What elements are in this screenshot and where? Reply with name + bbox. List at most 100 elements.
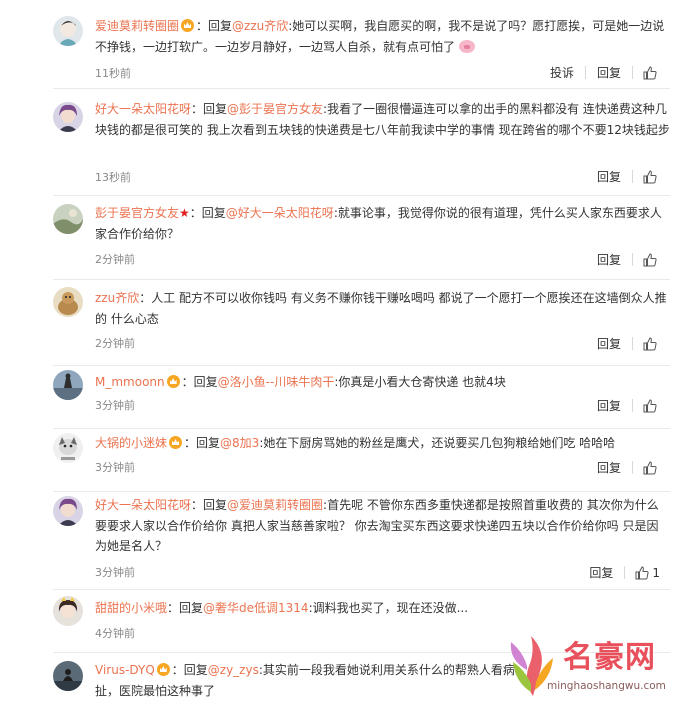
avatar[interactable] <box>53 287 83 317</box>
comment-actions: 回复 <box>586 251 660 268</box>
comment-username[interactable]: M_mmoonn <box>95 375 165 389</box>
comment-body: :调料我也买了，现在还没做... <box>308 601 469 615</box>
comment-text: 好大一朵太阳花呀：回复@爱迪莫莉转圈圈:首先呢 不管你东西多重快递都是按照首重收… <box>95 495 670 557</box>
like-button[interactable] <box>633 252 660 267</box>
avatar[interactable] <box>53 433 83 463</box>
mention-link[interactable]: @爱迪莫莉转圈圈 <box>227 498 323 512</box>
avatar[interactable] <box>53 102 83 132</box>
comment-text: 爱迪莫莉转圈圈 ：回复@zzu齐欣:她可以买啊，我自愿买的啊，我不是说了吗？愿打愿… <box>95 16 670 57</box>
comment-text: 甜甜的小米哦：回复@奢华de低调1314:调料我也买了，现在还没做... <box>95 598 670 619</box>
comment-username[interactable]: zzu齐欣 <box>95 291 139 305</box>
thumbs-up-icon <box>643 169 657 183</box>
comment-time: 4分钟前 <box>95 627 135 640</box>
comment-text: zzu齐欣：人工 配方不可以收你钱吗 有义务不赚你钱干赚吆喝吗 都说了一个愿打一… <box>95 288 670 329</box>
comment-body: :她在下厨房骂她的粉丝是鹰犬，还说要买几包狗粮给她们吃 哈哈哈 <box>259 436 616 450</box>
comment-item: M_mmoonn ：回复@洛小鱼--川味牛肉干:你真是小看大仓寄快递 也就4块 3… <box>0 366 690 428</box>
reply-button[interactable]: 回复 <box>586 459 632 476</box>
comment-item: 彭于晏官方女友★：回复@好大一朵太阳花呀:就事论事，我觉得你说的很有道理，凭什么… <box>0 196 690 279</box>
thumbs-up-icon <box>643 336 657 350</box>
pig-emoji-icon <box>458 39 475 53</box>
comment-text: M_mmoonn ：回复@洛小鱼--川味牛肉干:你真是小看大仓寄快递 也就4块 <box>95 372 670 393</box>
like-button[interactable] <box>633 169 660 184</box>
avatar[interactable] <box>53 204 83 234</box>
mention-link[interactable]: @zy_zys <box>208 663 259 677</box>
mention-link[interactable]: @洛小鱼--川味牛肉干 <box>218 375 335 389</box>
reply-button[interactable]: 回复 <box>586 64 632 81</box>
vip-badge-icon <box>166 375 180 388</box>
avatar[interactable] <box>53 496 83 526</box>
like-count: 1 <box>652 565 660 580</box>
reply-label: ：回复 <box>171 663 208 677</box>
comment-text: 大锅的小迷妹 ：回复@8加3:她在下厨房骂她的粉丝是鹰犬，还说要买几包狗粮给她们吃… <box>95 433 670 454</box>
mention-link[interactable]: @8加3 <box>220 436 259 450</box>
comment-actions: 回复 <box>586 168 660 185</box>
comment-time: 3分钟前 <box>95 566 135 579</box>
comment-time: 2分钟前 <box>95 337 135 350</box>
comment-time: 3分钟前 <box>95 461 135 474</box>
comment-username[interactable]: 甜甜的小米哦 <box>95 601 167 615</box>
comment-text: 好大一朵太阳花呀：回复@彭于晏官方女友:我看了一圈很懵逼连可以拿的出手的黑料都没… <box>95 99 670 140</box>
thumbs-up-icon <box>643 252 657 266</box>
comment-actions: 投诉 回复 <box>539 64 660 81</box>
comment-actions: 回复 <box>586 335 660 352</box>
reply-label: ：回复 <box>196 19 233 33</box>
reply-button[interactable]: 回复 <box>586 168 632 185</box>
comment-time: 13秒前 <box>95 171 131 184</box>
comment-username[interactable]: 好大一朵太阳花呀 <box>95 498 191 512</box>
mention-link[interactable]: @彭于晏官方女友 <box>227 102 323 116</box>
like-button[interactable]: 1 <box>625 566 660 580</box>
avatar[interactable] <box>53 661 83 691</box>
reply-button[interactable]: 回复 <box>578 564 624 581</box>
comment-username[interactable]: 大锅的小迷妹 <box>95 436 167 450</box>
avatar[interactable] <box>53 370 83 400</box>
comment-text: 彭于晏官方女友★：回复@好大一朵太阳花呀:就事论事，我觉得你说的很有道理，凭什么… <box>95 203 670 244</box>
watermark: 名豪网 minghaoshangwu.com <box>505 628 690 707</box>
thumbs-up-icon <box>643 460 657 474</box>
thumbs-up-icon <box>635 565 649 579</box>
comment-username[interactable]: 好大一朵太阳花呀 <box>95 102 191 116</box>
thumbs-up-icon <box>643 398 657 412</box>
comment-body: ：人工 配方不可以收你钱吗 有义务不赚你钱干赚吆喝吗 都说了一个愿打一个愿挨还在… <box>95 291 667 326</box>
comment-time: 2分钟前 <box>95 253 135 266</box>
reply-button[interactable]: 回复 <box>586 397 632 414</box>
vip-badge-icon <box>169 436 183 449</box>
avatar[interactable] <box>53 16 83 46</box>
comment-username[interactable]: 彭于晏官方女友 <box>95 206 179 220</box>
reply-label: ：回复 <box>191 102 228 116</box>
red-star-icon: ★ <box>179 206 190 220</box>
comment-item: 爱迪莫莉转圈圈 ：回复@zzu齐欣:她可以买啊，我自愿买的啊，我不是说了吗？愿打愿… <box>0 0 690 88</box>
like-button[interactable] <box>633 65 660 80</box>
avatar[interactable] <box>53 596 83 626</box>
reply-button[interactable]: 回复 <box>586 251 632 268</box>
comment-time: 3分钟前 <box>95 399 135 412</box>
vip-badge-icon <box>156 663 170 676</box>
comment-item: zzu齐欣：人工 配方不可以收你钱吗 有义务不赚你钱干赚吆喝吗 都说了一个愿打一… <box>0 280 690 365</box>
reply-label: ：回复 <box>191 498 228 512</box>
comment-username[interactable]: Virus-DYQ <box>95 663 155 677</box>
comment-time: 11秒前 <box>95 67 131 80</box>
report-button[interactable]: 投诉 <box>539 64 585 81</box>
mention-link[interactable]: @zzu齐欣 <box>232 19 288 33</box>
comment-text: Virus-DYQ ：回复@zy_zys:其实前一段我看她说利用关系什么的帮熟人看… <box>95 660 515 701</box>
mention-link[interactable]: @好大一朵太阳花呀 <box>226 206 334 220</box>
reply-label: ：回复 <box>181 375 218 389</box>
reply-label: ：回复 <box>189 206 226 220</box>
comment-actions: 回复 1 <box>578 564 660 581</box>
comment-item: 大锅的小迷妹 ：回复@8加3:她在下厨房骂她的粉丝是鹰犬，还说要买几包狗粮给她们吃… <box>0 429 690 491</box>
comment-actions: 回复 <box>586 397 660 414</box>
thumbs-up-icon <box>643 65 657 79</box>
comment-item: 好大一朵太阳花呀：回复@爱迪莫莉转圈圈:首先呢 不管你东西多重快递都是按照首重收… <box>0 492 690 588</box>
mention-link[interactable]: @奢华de低调1314 <box>203 601 309 615</box>
reply-label: ：回复 <box>184 436 221 450</box>
like-button[interactable] <box>633 460 660 475</box>
like-button[interactable] <box>633 336 660 351</box>
comment-body: :你真是小看大仓寄快递 也就4块 <box>334 375 506 389</box>
reply-label: ：回复 <box>167 601 204 615</box>
comment-username[interactable]: 爱迪莫莉转圈圈 <box>95 19 179 33</box>
reply-button[interactable]: 回复 <box>586 335 632 352</box>
watermark-name: 名豪网 <box>563 640 656 675</box>
comment-item: 好大一朵太阳花呀：回复@彭于晏官方女友:我看了一圈很懵逼连可以拿的出手的黑料都没… <box>0 89 690 195</box>
vip-badge-icon <box>181 19 195 32</box>
comment-actions: 回复 <box>586 459 660 476</box>
like-button[interactable] <box>633 398 660 413</box>
